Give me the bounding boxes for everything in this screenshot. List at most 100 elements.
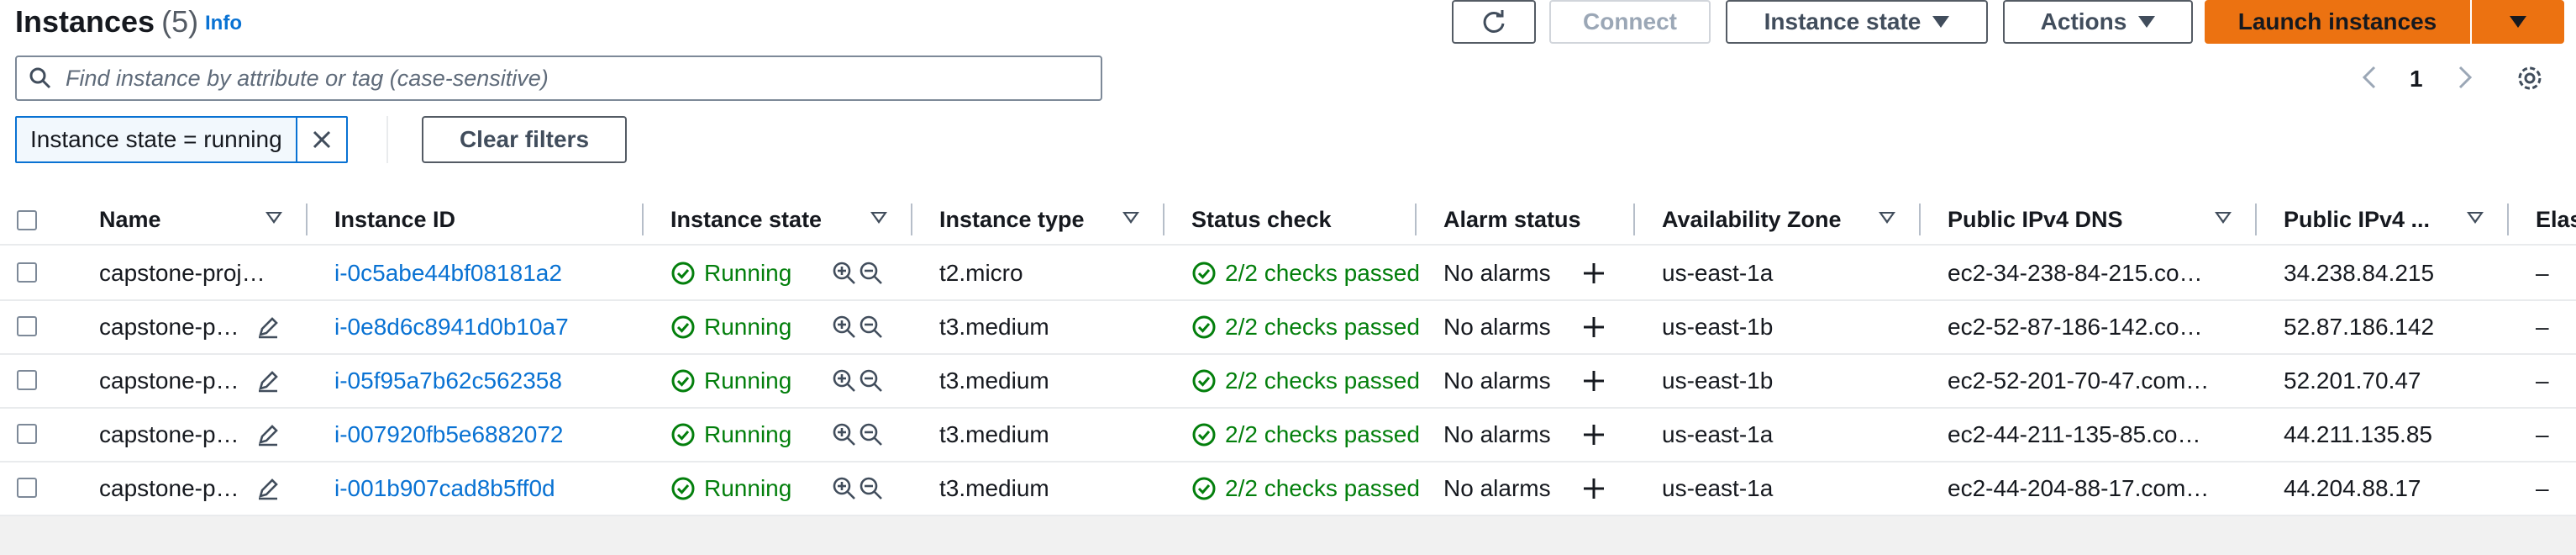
sort-icon[interactable]	[2215, 212, 2232, 224]
table-row[interactable]: capstone-p… i-05f95a7b62c562358 Running t3.…	[0, 355, 2576, 409]
zoom-out-icon[interactable]	[859, 247, 884, 299]
instance-id-link[interactable]: i-007920fb5e6882072	[334, 409, 637, 461]
column-header-instance-state[interactable]: Instance state	[670, 202, 822, 237]
zoom-in-icon[interactable]	[832, 301, 857, 353]
status-check-value[interactable]: 2/2 checks passed	[1225, 247, 1420, 299]
column-header-public-ipv4[interactable]: Public IPv4 ...	[2284, 202, 2430, 237]
plus-icon[interactable]	[1581, 409, 1606, 461]
status-check-value[interactable]: 2/2 checks passed	[1225, 301, 1420, 353]
info-link[interactable]: Info	[205, 12, 242, 35]
instance-id-link[interactable]: i-0e8d6c8941d0b10a7	[334, 301, 637, 353]
column-header-availability-zone[interactable]: Availability Zone	[1662, 202, 1842, 237]
launch-dropdown-button[interactable]	[2472, 0, 2564, 44]
instance-name: capstone-p…	[99, 421, 239, 447]
search-input[interactable]	[64, 64, 1075, 92]
alarm-status-value: No alarms	[1443, 367, 1551, 394]
column-resizer[interactable]	[2255, 204, 2257, 235]
pencil-icon[interactable]	[255, 355, 281, 407]
zoom-out-icon[interactable]	[859, 409, 884, 461]
column-header-public-ipv4-dns[interactable]: Public IPv4 DNS	[1948, 202, 2123, 237]
filter-token[interactable]: Instance state = running	[15, 116, 348, 163]
plus-icon[interactable]	[1581, 355, 1606, 407]
column-header-status-check[interactable]: Status check	[1191, 202, 1332, 237]
instance-state-value: Running	[704, 314, 792, 340]
prev-page-button[interactable]	[2359, 64, 2379, 97]
column-header-alarm-status[interactable]: Alarm status	[1443, 202, 1581, 237]
zoom-in-icon[interactable]	[832, 409, 857, 461]
select-all-checkbox[interactable]	[17, 210, 37, 230]
status-check-value[interactable]: 2/2 checks passed	[1225, 409, 1420, 461]
alarm-status-value: No alarms	[1443, 475, 1551, 501]
row-checkbox[interactable]	[17, 424, 37, 444]
instance-id-link[interactable]: i-05f95a7b62c562358	[334, 355, 637, 407]
instance-state-button[interactable]: Instance state	[1726, 0, 1988, 44]
column-resizer[interactable]	[642, 204, 644, 235]
check-circle-icon	[1191, 247, 1217, 299]
check-circle-icon	[670, 409, 696, 461]
zoom-out-icon[interactable]	[859, 355, 884, 407]
clear-filters-button[interactable]: Clear filters	[422, 116, 627, 163]
refresh-button[interactable]	[1452, 0, 1536, 44]
pencil-icon[interactable]	[255, 409, 281, 461]
row-checkbox[interactable]	[17, 370, 37, 390]
column-resizer[interactable]	[1415, 204, 1417, 235]
row-checkbox[interactable]	[17, 316, 37, 336]
column-resizer[interactable]	[1163, 204, 1164, 235]
instance-id-link[interactable]: i-001b907cad8b5ff0d	[334, 462, 637, 515]
sort-icon[interactable]	[870, 212, 887, 224]
close-icon	[313, 130, 330, 149]
plus-icon[interactable]	[1581, 462, 1606, 515]
table-row[interactable]: capstone-proj… i-0c5abe44bf08181a2 Running…	[0, 247, 2576, 301]
page-title: Instances (5)	[15, 3, 198, 40]
sort-icon[interactable]	[2467, 212, 2484, 224]
public-ipv4-value: 34.238.84.215	[2284, 260, 2435, 286]
check-circle-icon	[670, 247, 696, 299]
header-divider	[0, 244, 2576, 246]
actions-button[interactable]: Actions	[2003, 0, 2193, 44]
instance-name: capstone-p…	[99, 475, 239, 501]
table-row[interactable]: capstone-p… i-0e8d6c8941d0b10a7 Running t3.…	[0, 301, 2576, 355]
instance-state-value: Running	[704, 367, 792, 394]
column-header-instance-type[interactable]: Instance type	[939, 202, 1085, 237]
check-circle-icon	[670, 301, 696, 353]
check-circle-icon	[670, 355, 696, 407]
pencil-icon[interactable]	[255, 462, 281, 515]
zoom-in-icon[interactable]	[832, 247, 857, 299]
column-resizer[interactable]	[2507, 204, 2509, 235]
column-header-instance-id[interactable]: Instance ID	[334, 202, 455, 237]
gear-icon[interactable]	[2516, 64, 2544, 98]
column-resizer[interactable]	[911, 204, 912, 235]
search-bar[interactable]	[15, 56, 1102, 101]
zoom-in-icon[interactable]	[832, 462, 857, 515]
table-row[interactable]: capstone-p… i-001b907cad8b5ff0d Running t3.…	[0, 462, 2576, 516]
next-page-button[interactable]	[2455, 64, 2475, 97]
launch-instances-button[interactable]: Launch instances	[2205, 0, 2470, 44]
column-resizer[interactable]	[306, 204, 308, 235]
plus-icon[interactable]	[1581, 247, 1606, 299]
current-page[interactable]: 1	[2410, 66, 2423, 92]
zoom-out-icon[interactable]	[859, 301, 884, 353]
remove-filter-button[interactable]	[295, 118, 346, 161]
row-checkbox[interactable]	[17, 262, 37, 283]
sort-icon[interactable]	[1879, 212, 1895, 224]
row-checkbox[interactable]	[17, 478, 37, 498]
table-row[interactable]: capstone-p… i-007920fb5e6882072 Running t3.…	[0, 409, 2576, 462]
instance-name: capstone-p…	[99, 367, 239, 394]
connect-button[interactable]: Connect	[1549, 0, 1711, 44]
status-check-value[interactable]: 2/2 checks passed	[1225, 355, 1420, 407]
column-header-elastic-ip[interactable]: Elas	[2536, 202, 2576, 237]
instances-panel: Instances (5) Info Connect Instance state…	[0, 0, 2576, 516]
zoom-in-icon[interactable]	[832, 355, 857, 407]
sort-icon[interactable]	[1122, 212, 1139, 224]
search-icon	[17, 66, 52, 90]
status-check-value[interactable]: 2/2 checks passed	[1225, 462, 1420, 515]
pencil-icon[interactable]	[255, 301, 281, 353]
column-resizer[interactable]	[1919, 204, 1921, 235]
column-header-name[interactable]: Name	[99, 202, 161, 237]
instance-id-link[interactable]: i-0c5abe44bf08181a2	[334, 247, 637, 299]
sort-icon[interactable]	[265, 212, 282, 224]
plus-icon[interactable]	[1581, 301, 1606, 353]
zoom-out-icon[interactable]	[859, 462, 884, 515]
column-resizer[interactable]	[1633, 204, 1635, 235]
page-title-text: Instances	[15, 4, 155, 39]
